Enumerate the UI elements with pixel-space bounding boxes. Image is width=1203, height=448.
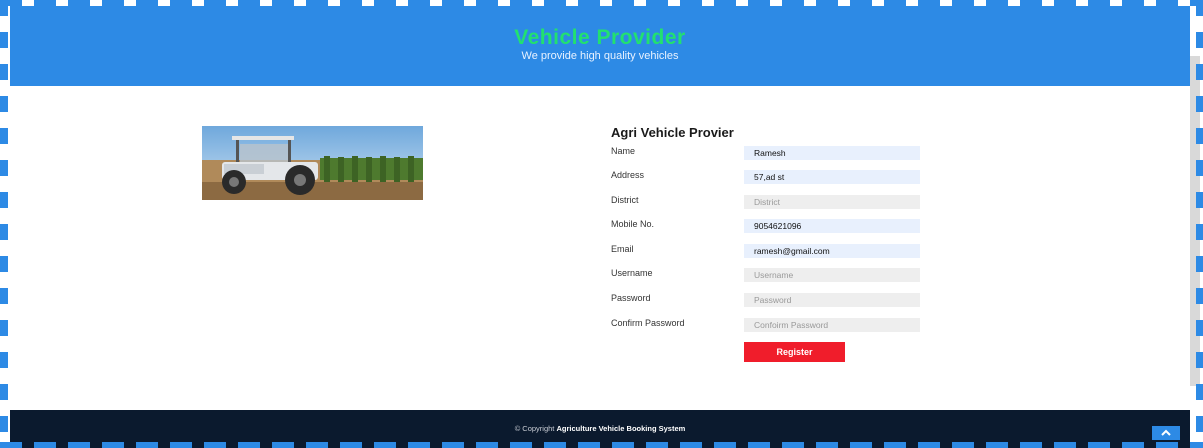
name-input[interactable] [744, 146, 920, 160]
mobile-input[interactable] [744, 219, 920, 233]
address-input[interactable] [744, 170, 920, 184]
username-input[interactable] [744, 268, 920, 282]
name-label: Name [611, 146, 636, 156]
site-tagline: We provide high quality vehicles [521, 50, 679, 62]
tractor-image [202, 126, 423, 200]
copyright-text: © Copyright Agriculture Vehicle Booking … [10, 424, 1190, 433]
back-to-top-button[interactable] [1152, 426, 1180, 440]
password-label: Password [611, 293, 651, 303]
confirm-password-label: Confirm Password [611, 318, 685, 328]
copyright-name: Agriculture Vehicle Booking System [556, 424, 686, 433]
district-label: District [611, 195, 639, 205]
password-input[interactable] [744, 293, 920, 307]
register-button[interactable]: Register [744, 342, 845, 362]
email-label: Email [611, 244, 634, 254]
address-label: Address [611, 170, 645, 180]
email-input[interactable] [744, 244, 920, 258]
form-title: Agri Vehicle Provier [611, 125, 734, 140]
copyright-prefix: © Copyright [514, 424, 555, 433]
username-label: Username [611, 268, 653, 278]
mobile-label: Mobile No. [611, 219, 655, 229]
frame-border-top [0, 0, 1203, 6]
confirm-password-input[interactable] [744, 318, 920, 332]
chevron-up-icon [1161, 429, 1171, 436]
site-header: Vehicle Provider We provide high quality… [10, 6, 1190, 86]
district-input[interactable] [744, 195, 920, 209]
site-title: Vehicle Provider [514, 26, 686, 49]
frame-border-bottom [0, 442, 1203, 448]
frame-border-right [1196, 0, 1203, 448]
frame-border-left [0, 0, 8, 448]
